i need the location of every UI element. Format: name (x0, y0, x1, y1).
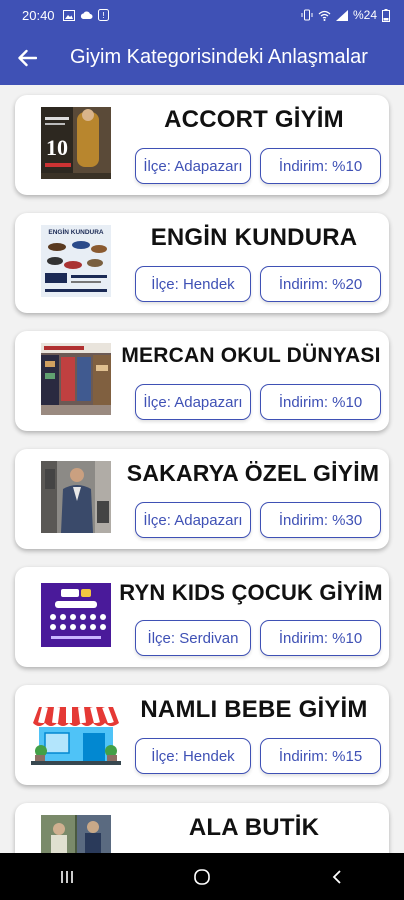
district-pill[interactable]: İlçe: Serdivan (135, 620, 251, 656)
district-pill[interactable]: İlçe: Hendek (135, 266, 251, 302)
discount-pill[interactable]: İndirim: %20 (260, 266, 381, 302)
status-time: 20:40 (22, 7, 55, 23)
thumb-brand: ENGİN KUNDURA (48, 228, 104, 236)
recent-apps-icon (61, 870, 74, 883)
deal-thumbnail (41, 343, 111, 415)
discount-pill[interactable]: İndirim: %30 (260, 502, 381, 538)
deal-thumbnail (41, 461, 111, 533)
recent-apps-button[interactable] (37, 853, 97, 900)
nav-back-button[interactable] (307, 853, 367, 900)
wifi-icon (318, 10, 331, 21)
battery-percent: %24 (352, 8, 377, 22)
app-bar: Giyim Kategorisindeki Anlaşmalar (0, 30, 404, 85)
notification-icon: ! (97, 9, 109, 21)
status-bar: 20:40 ! %24 (0, 0, 404, 30)
signal-icon (335, 9, 348, 21)
deal-thumbnail (41, 583, 111, 647)
home-button[interactable] (172, 853, 232, 900)
deal-card[interactable]: ALA BUTİK (15, 803, 389, 853)
deal-thumbnail: ENGİN KUNDURA (41, 225, 111, 297)
back-icon (332, 869, 341, 884)
deal-card[interactable]: NAMLI BEBE GİYİM İlçe: Hendek İndirim: %… (15, 685, 389, 785)
deal-name: SAKARYA ÖZEL GİYİM (126, 460, 380, 486)
discount-pill[interactable]: İndirim: %10 (260, 148, 381, 184)
deals-list[interactable]: 10 ACCORT GİYİM İlçe: Adapazarı İndirim:… (0, 85, 404, 853)
svg-text:!: ! (101, 11, 104, 20)
district-pill[interactable]: İlçe: Adapazarı (135, 502, 251, 538)
deal-thumbnail: 10 (41, 107, 111, 179)
deal-card[interactable]: ENGİN KUNDURA ENGİN KUNDURA İlçe: Hendek… (15, 213, 389, 313)
home-icon (194, 868, 210, 885)
page-title: Giyim Kategorisindeki Anlaşmalar (70, 46, 368, 68)
deal-name: RYN KIDS ÇOCUK GİYİM (119, 580, 383, 605)
image-icon (62, 9, 75, 21)
system-nav-bar (0, 853, 404, 900)
back-button[interactable] (0, 30, 54, 85)
battery-icon (382, 8, 390, 22)
deal-thumbnail (41, 815, 111, 853)
discount-pill[interactable]: İndirim: %10 (260, 384, 381, 420)
deal-name: NAMLI BEBE GİYİM (140, 696, 368, 723)
district-pill[interactable]: İlçe: Hendek (135, 738, 251, 774)
discount-pill[interactable]: İndirim: %10 (260, 620, 381, 656)
thumb-badge: 10 (46, 135, 68, 160)
storefront-icon (31, 705, 121, 765)
discount-pill[interactable]: İndirim: %15 (260, 738, 381, 774)
vibrate-icon (301, 9, 313, 21)
cloud-icon (80, 11, 93, 19)
district-pill[interactable]: İlçe: Adapazarı (135, 384, 251, 420)
deal-name: MERCAN OKUL DÜNYASI (121, 344, 381, 367)
deal-card[interactable]: MERCAN OKUL DÜNYASI İlçe: Adapazarı İndi… (15, 331, 389, 431)
deal-card[interactable]: RYN KIDS ÇOCUK GİYİM İlçe: Serdivan İndi… (15, 567, 389, 667)
deal-name: ALA BUTİK (188, 814, 320, 841)
deal-name: ENGİN KUNDURA (150, 224, 358, 251)
deal-card[interactable]: 10 ACCORT GİYİM İlçe: Adapazarı İndirim:… (15, 95, 389, 195)
deal-card[interactable]: SAKARYA ÖZEL GİYİM İlçe: Adapazarı İndir… (15, 449, 389, 549)
deal-name: ACCORT GİYİM (164, 106, 344, 133)
arrow-back-icon (18, 49, 37, 66)
district-pill[interactable]: İlçe: Adapazarı (135, 148, 251, 184)
